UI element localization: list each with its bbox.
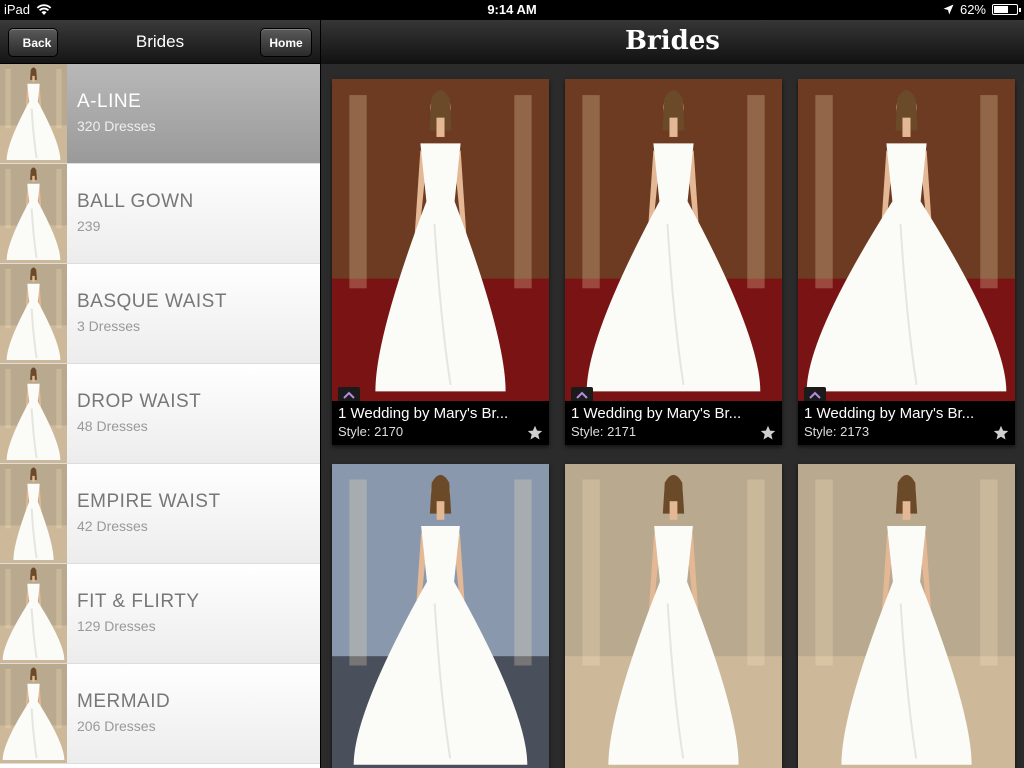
- category-name: MERMAID: [77, 691, 171, 712]
- dress-photo: [332, 464, 549, 768]
- category-count: 42 Dresses: [77, 518, 148, 534]
- category-thumbnail: [0, 564, 67, 663]
- category-name: A-LINE: [77, 91, 142, 112]
- star-icon[interactable]: [993, 425, 1009, 441]
- category-row[interactable]: A-LINE 320 Dresses: [0, 64, 320, 164]
- category-row[interactable]: DROP WAIST 48 Dresses: [0, 364, 320, 464]
- sidebar-nav-bar: Back Brides Home: [0, 20, 320, 64]
- dress-photo: [798, 79, 1015, 406]
- dress-photo: [332, 79, 549, 406]
- page-title: Brides: [625, 26, 720, 56]
- dress-grid: 1 Wedding by Mary's Br... Style: 2170 1 …: [321, 64, 1024, 768]
- category-thumbnail: [0, 164, 67, 263]
- dress-title: 1 Wedding by Mary's Br...: [804, 405, 975, 422]
- status-right: 62%: [943, 2, 1021, 17]
- home-button[interactable]: Home: [260, 28, 312, 57]
- category-row[interactable]: BASQUE WAIST 3 Dresses: [0, 264, 320, 364]
- category-count: 129 Dresses: [77, 618, 156, 634]
- dress-style: Style: 2173: [804, 424, 870, 439]
- category-name: DROP WAIST: [77, 391, 202, 412]
- dress-tile[interactable]: 1 Wedding by Mary's Br... Style: 2171: [565, 79, 782, 445]
- category-list: A-LINE 320 Dresses BALL GOWN 239 BASQUE …: [0, 64, 320, 768]
- main-nav-bar: Brides: [321, 20, 1024, 64]
- dress-tile[interactable]: [798, 464, 1015, 768]
- category-row[interactable]: FIT & FLIRTY 129 Dresses: [0, 564, 320, 664]
- category-count: 3 Dresses: [77, 318, 141, 334]
- category-name: EMPIRE WAIST: [77, 491, 221, 512]
- dress-photo: [565, 79, 782, 406]
- category-name: BALL GOWN: [77, 191, 194, 212]
- dress-tile[interactable]: 1 Wedding by Mary's Br... Style: 2170: [332, 79, 549, 445]
- dress-title: 1 Wedding by Mary's Br...: [571, 405, 742, 422]
- dress-style: Style: 2170: [338, 424, 404, 439]
- dress-photo: [798, 464, 1015, 768]
- star-icon[interactable]: [760, 425, 776, 441]
- dress-style: Style: 2171: [571, 424, 637, 439]
- star-icon[interactable]: [527, 425, 543, 441]
- clock: 9:14 AM: [487, 2, 537, 17]
- dress-caption: 1 Wedding by Mary's Br... Style: 2171: [565, 401, 782, 445]
- category-thumbnail: [0, 664, 67, 763]
- status-bar: iPad 9:14 AM 62%: [0, 0, 1024, 20]
- category-row[interactable]: MERMAID 206 Dresses: [0, 664, 320, 764]
- category-thumbnail: [0, 64, 67, 163]
- dress-tile[interactable]: [565, 464, 782, 768]
- category-name: BASQUE WAIST: [77, 291, 227, 312]
- location-arrow-icon: [943, 4, 954, 15]
- category-thumbnail: [0, 364, 67, 463]
- dress-caption: 1 Wedding by Mary's Br... Style: 2170: [332, 401, 549, 445]
- category-thumbnail: [0, 464, 67, 563]
- category-thumbnail: [0, 264, 67, 363]
- dress-caption: 1 Wedding by Mary's Br... Style: 2173: [798, 401, 1015, 445]
- battery-percent: 62%: [959, 2, 986, 17]
- battery-icon: [992, 4, 1021, 15]
- category-name: FIT & FLIRTY: [77, 591, 200, 612]
- category-count: 48 Dresses: [77, 418, 148, 434]
- dress-photo: [565, 464, 782, 768]
- dress-tile[interactable]: 1 Wedding by Mary's Br... Style: 2173: [798, 79, 1015, 445]
- dress-title: 1 Wedding by Mary's Br...: [338, 405, 509, 422]
- category-row[interactable]: BALL GOWN 239: [0, 164, 320, 264]
- category-row[interactable]: EMPIRE WAIST 42 Dresses: [0, 464, 320, 564]
- dress-tile[interactable]: [332, 464, 549, 768]
- category-count: 239: [77, 218, 101, 234]
- category-count: 206 Dresses: [77, 718, 156, 734]
- category-count: 320 Dresses: [77, 118, 156, 134]
- battery-fill: [994, 6, 1008, 13]
